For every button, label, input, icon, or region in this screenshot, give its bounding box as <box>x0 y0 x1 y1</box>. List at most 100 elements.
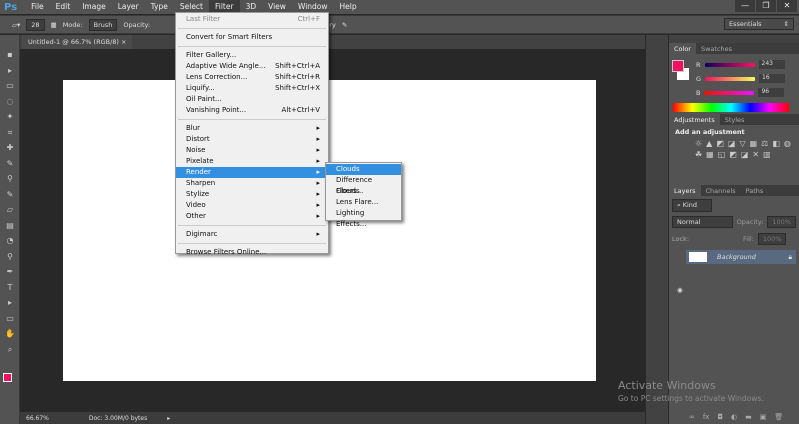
selective-color-icon[interactable]: ✕ <box>752 150 759 159</box>
brush-size-picker[interactable]: 28 <box>26 18 45 31</box>
submenu-item-fibers[interactable]: Fibers... <box>326 186 401 197</box>
red-slider[interactable] <box>704 62 755 67</box>
zoom-level[interactable]: 66.67% <box>26 415 49 422</box>
menu-edit[interactable]: Edit <box>50 0 77 14</box>
menu-item-lens-correction[interactable]: Lens Correction... Shift+Ctrl+R <box>176 72 328 83</box>
menu-file[interactable]: File <box>25 0 50 14</box>
dodge-tool-icon[interactable]: ⚲ <box>0 249 20 265</box>
menu-image[interactable]: Image <box>76 0 112 14</box>
visibility-eye-icon[interactable]: ◉ <box>677 286 683 294</box>
vibrance-icon[interactable]: ▽ <box>739 139 745 148</box>
zoom-tool-icon[interactable]: ⌕ <box>0 342 20 358</box>
lasso-tool-icon[interactable]: ▭ <box>0 78 20 94</box>
hue-saturation-icon[interactable]: ▦ <box>750 139 758 148</box>
tab-channels[interactable]: Channels <box>701 185 741 196</box>
mask-icon[interactable]: ◘ <box>717 413 723 421</box>
eraser-tool-icon[interactable]: ▱ <box>0 202 20 218</box>
menu-item-adaptive-wide-angle[interactable]: Adaptive Wide Angle... Shift+Ctrl+A <box>176 61 328 72</box>
crop-tool-icon[interactable]: ✦ <box>0 109 20 125</box>
channel-mixer-icon[interactable]: ☘ <box>695 150 702 159</box>
layer-fill[interactable]: 100% <box>757 233 787 245</box>
red-value[interactable]: 243 <box>758 60 785 69</box>
menu-item-stylize[interactable]: Stylize ▸ <box>176 189 328 200</box>
link-icon[interactable]: ∞ <box>689 413 695 421</box>
menu-item-convert-for-smart-filters[interactable]: Convert for Smart Filters <box>176 32 328 43</box>
status-menu-arrow-icon[interactable]: ▸ <box>167 415 170 422</box>
menu-help[interactable]: Help <box>334 0 363 14</box>
tab-adjustments[interactable]: Adjustments <box>669 114 720 125</box>
hand-tool-icon[interactable]: ✋ <box>0 326 20 342</box>
pressure-icon[interactable]: ✎ <box>342 21 347 29</box>
tab-swatches[interactable]: Swatches <box>696 43 737 54</box>
document-tab[interactable]: Untitled-1 @ 66.7% (RGB/8) × <box>22 35 133 49</box>
color-balance-icon[interactable]: ⚖ <box>761 139 768 148</box>
workspace-select[interactable]: Essentials ⇕ <box>724 18 794 30</box>
menu-type[interactable]: Type <box>145 0 174 14</box>
fx-icon[interactable]: fx <box>703 413 710 421</box>
shape-tool-icon[interactable]: ▭ <box>0 311 20 327</box>
restore-button[interactable]: ❐ <box>756 0 776 12</box>
menu-item-last-filter[interactable]: Last Filter Ctrl+F <box>176 14 328 25</box>
document-canvas[interactable] <box>63 80 596 381</box>
menu-item-noise[interactable]: Noise ▸ <box>176 145 328 156</box>
brush-tool-icon[interactable]: ✎ <box>0 156 20 172</box>
menu-item-sharpen[interactable]: Sharpen ▸ <box>176 178 328 189</box>
menu-item-other[interactable]: Other ▸ <box>176 211 328 222</box>
layer-background[interactable]: Background 🔒︎ <box>686 250 796 264</box>
path-select-tool-icon[interactable]: ▸ <box>0 295 20 311</box>
menu-item-digimarc[interactable]: Digimarc ▸ <box>176 229 328 240</box>
quick-select-tool-icon[interactable]: ◌ <box>0 94 20 110</box>
healing-tool-icon[interactable]: ✚ <box>0 140 20 156</box>
menu-item-liquify[interactable]: Liquify... Shift+Ctrl+X <box>176 83 328 94</box>
posterize-icon[interactable]: ◩ <box>729 150 737 159</box>
clone-stamp-tool-icon[interactable]: ⚲ <box>0 171 20 187</box>
menu-item-render[interactable]: Render ▸ <box>176 167 328 178</box>
color-spectrum[interactable] <box>673 103 789 112</box>
exposure-icon[interactable]: ◪ <box>728 139 736 148</box>
menu-item-vanishing-point[interactable]: Vanishing Point... Alt+Ctrl+V <box>176 105 328 116</box>
move-tool-icon[interactable]: ▪ <box>0 47 20 63</box>
tab-layers[interactable]: Layers <box>669 185 701 196</box>
brightness-icon[interactable]: ☼ <box>695 139 702 148</box>
pen-tool-icon[interactable]: ✒ <box>0 264 20 280</box>
menu-item-oil-paint[interactable]: Oil Paint... <box>176 94 328 105</box>
menu-item-blur[interactable]: Blur ▸ <box>176 123 328 134</box>
threshold-icon[interactable]: ◪ <box>741 150 749 159</box>
levels-icon[interactable]: ▲ <box>706 139 712 148</box>
menu-item-pixelate[interactable]: Pixelate ▸ <box>176 156 328 167</box>
blur-tool-icon[interactable]: ◔ <box>0 233 20 249</box>
tab-color[interactable]: Color <box>669 43 696 54</box>
menu-layer[interactable]: Layer <box>112 0 145 14</box>
submenu-item-clouds[interactable]: Clouds <box>326 164 401 175</box>
menu-item-distort[interactable]: Distort ▸ <box>176 134 328 145</box>
blend-mode-select[interactable]: Normal <box>672 216 733 228</box>
new-layer-icon[interactable]: ▣ <box>760 413 767 421</box>
foreground-color-swatch[interactable] <box>3 373 12 382</box>
gradient-map-icon[interactable]: ▥ <box>763 150 771 159</box>
submenu-item-difference-clouds[interactable]: Difference Clouds <box>326 175 401 195</box>
submenu-item-lens-flare[interactable]: Lens Flare... <box>326 197 401 208</box>
invert-icon[interactable]: ◱ <box>718 150 726 159</box>
layer-opacity[interactable]: 100% <box>767 216 796 228</box>
history-brush-tool-icon[interactable]: ✎ <box>0 187 20 203</box>
trash-icon[interactable]: 🗑︎ <box>774 413 783 421</box>
adjustment-layer-icon[interactable]: ◐ <box>731 413 737 421</box>
black-white-icon[interactable]: ◧ <box>772 139 780 148</box>
mode-select[interactable]: Brush <box>88 18 118 31</box>
green-value[interactable]: 16 <box>759 74 786 83</box>
minimize-button[interactable]: — <box>735 0 755 12</box>
curves-icon[interactable]: ◩ <box>716 139 724 148</box>
brush-panel-icon[interactable]: ▦ <box>51 21 57 29</box>
menu-item-browse-filters-online[interactable]: Browse Filters Online... <box>176 247 328 258</box>
tab-styles[interactable]: Styles <box>720 114 750 125</box>
menu-item-filter-gallery[interactable]: Filter Gallery... <box>176 50 328 61</box>
green-slider[interactable] <box>705 76 756 81</box>
blue-value[interactable]: 96 <box>758 88 785 97</box>
close-tab-icon[interactable]: × <box>121 38 126 46</box>
eraser-icon[interactable]: ▱▾ <box>12 21 20 29</box>
color-lookup-icon[interactable]: ▦ <box>706 150 714 159</box>
type-tool-icon[interactable]: T <box>0 280 20 296</box>
tab-paths[interactable]: Paths <box>741 185 769 196</box>
group-icon[interactable]: ▬ <box>745 413 752 421</box>
submenu-item-lighting-effects[interactable]: Lighting Effects... <box>326 208 401 228</box>
